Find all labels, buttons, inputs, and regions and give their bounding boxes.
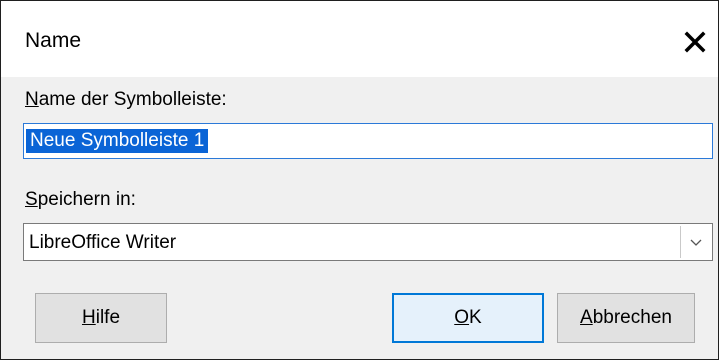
title-bar: Name xyxy=(1,1,718,77)
toolbar-name-value[interactable]: Neue Symbolleiste 1 xyxy=(26,129,209,153)
save-in-selected-value: LibreOffice Writer xyxy=(29,232,177,253)
chevron-down-icon xyxy=(690,239,701,246)
save-in-select[interactable]: LibreOffice Writer xyxy=(23,223,713,261)
close-button[interactable] xyxy=(672,19,718,65)
dialog-title: Name xyxy=(25,29,82,52)
close-icon xyxy=(684,31,706,53)
cancel-button[interactable]: Abbrechen xyxy=(557,293,695,343)
save-in-label: Speichern in: xyxy=(25,189,136,210)
toolbar-name-input[interactable]: Neue Symbolleiste 1 xyxy=(23,123,713,159)
ok-button[interactable]: OK xyxy=(392,293,544,343)
name-dialog: Name Name der Symbolleiste: Neue Symboll… xyxy=(0,0,719,360)
help-button[interactable]: Hilfe xyxy=(35,293,167,343)
save-in-dropdown-button[interactable] xyxy=(680,226,710,258)
toolbar-name-label: Name der Symbolleiste: xyxy=(25,89,227,110)
